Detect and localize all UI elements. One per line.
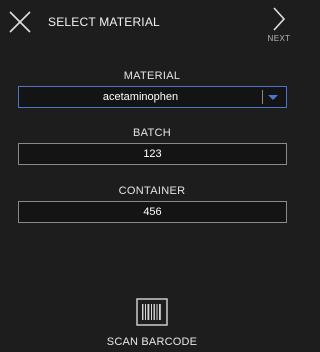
batch-label: BATCH bbox=[133, 127, 171, 139]
scan-barcode-label[interactable]: SCAN BARCODE bbox=[0, 336, 304, 348]
material-select-value: acetaminophen bbox=[102, 91, 179, 103]
batch-field[interactable]: 123 bbox=[18, 143, 287, 165]
container-field[interactable]: 456 bbox=[18, 201, 287, 223]
material-label: MATERIAL bbox=[123, 70, 181, 82]
next-label: NEXT bbox=[267, 34, 291, 43]
chevron-right-icon bbox=[273, 7, 286, 31]
close-icon bbox=[9, 11, 31, 33]
select-divider bbox=[262, 90, 263, 104]
material-select[interactable]: acetaminophen bbox=[18, 86, 287, 108]
page-title: SELECT MATERIAL bbox=[48, 15, 160, 29]
close-button[interactable] bbox=[8, 10, 32, 34]
scan-barcode-button[interactable] bbox=[136, 298, 168, 326]
container-label: CONTAINER bbox=[118, 185, 186, 197]
next-button[interactable]: NEXT bbox=[262, 6, 296, 50]
dropdown-arrow-icon[interactable] bbox=[264, 87, 282, 107]
barcode-icon bbox=[136, 298, 168, 326]
